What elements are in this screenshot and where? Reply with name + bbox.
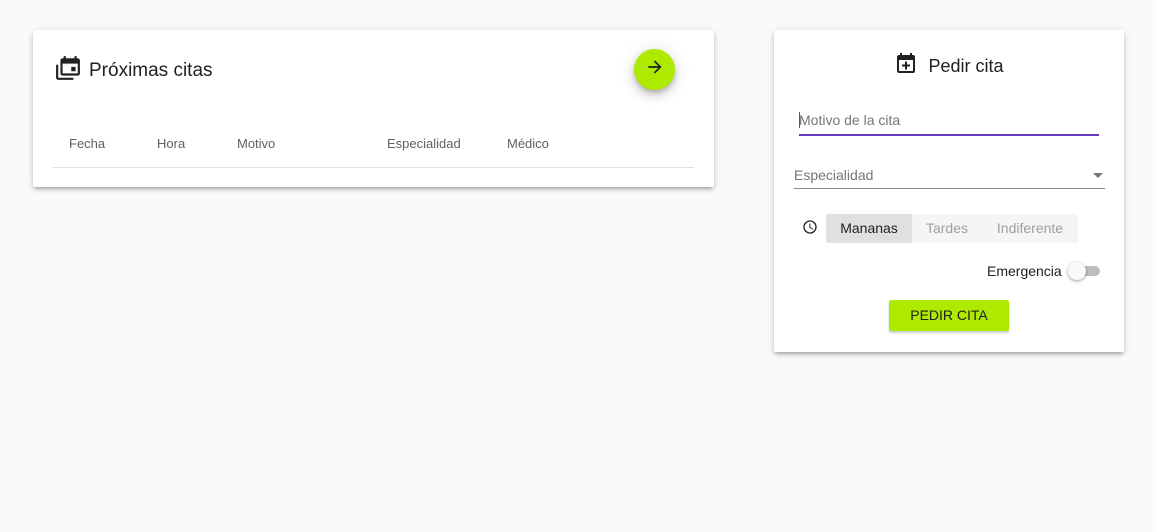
request-header: Pedir cita [774,52,1124,81]
emergency-toggle[interactable] [1068,262,1102,280]
emergency-toggle-thumb[interactable] [1068,262,1086,280]
arrow-right-icon [645,57,665,82]
text-caret [799,112,800,128]
column-header-fecha[interactable]: Fecha [69,136,105,151]
column-header-hora[interactable]: Hora [157,136,185,151]
calendar-plus-icon [894,52,918,81]
view-all-appointments-button[interactable] [634,49,675,90]
pedir-cita-button[interactable]: PEDIR CITA [889,300,1009,331]
shift-toggle-group: Mananas Tardes Indiferente [826,214,1078,243]
calendar-multiple-icon [55,55,81,86]
request-title: Pedir cita [928,56,1004,76]
shift-option-indiferente[interactable]: Indiferente [982,214,1078,243]
emergency-label: Emergencia [987,263,1062,279]
motivo-input[interactable] [799,109,1099,131]
column-header-medico[interactable]: Médico [507,136,549,151]
clock-icon [802,219,818,240]
motivo-field[interactable] [799,109,1099,136]
upcoming-appointments-card: Próximas citas Fecha Hora Motivo Especia… [33,30,714,187]
appointments-table-header: Fecha Hora Motivo Especialidad Médico [53,126,694,168]
shift-option-tardes[interactable]: Tardes [912,214,982,243]
especialidad-label: Especialidad [794,167,874,183]
upcoming-header: Próximas citas [55,55,213,86]
dropdown-arrow-icon [1093,173,1103,178]
especialidad-select[interactable]: Especialidad [794,164,1105,189]
upcoming-title: Próximas citas [89,59,213,81]
column-header-motivo[interactable]: Motivo [237,136,275,151]
column-header-especialidad[interactable]: Especialidad [387,136,461,151]
shift-option-mananas[interactable]: Mananas [826,214,912,243]
request-appointment-card: Pedir cita Especialidad Mananas Tardes I… [774,30,1124,352]
